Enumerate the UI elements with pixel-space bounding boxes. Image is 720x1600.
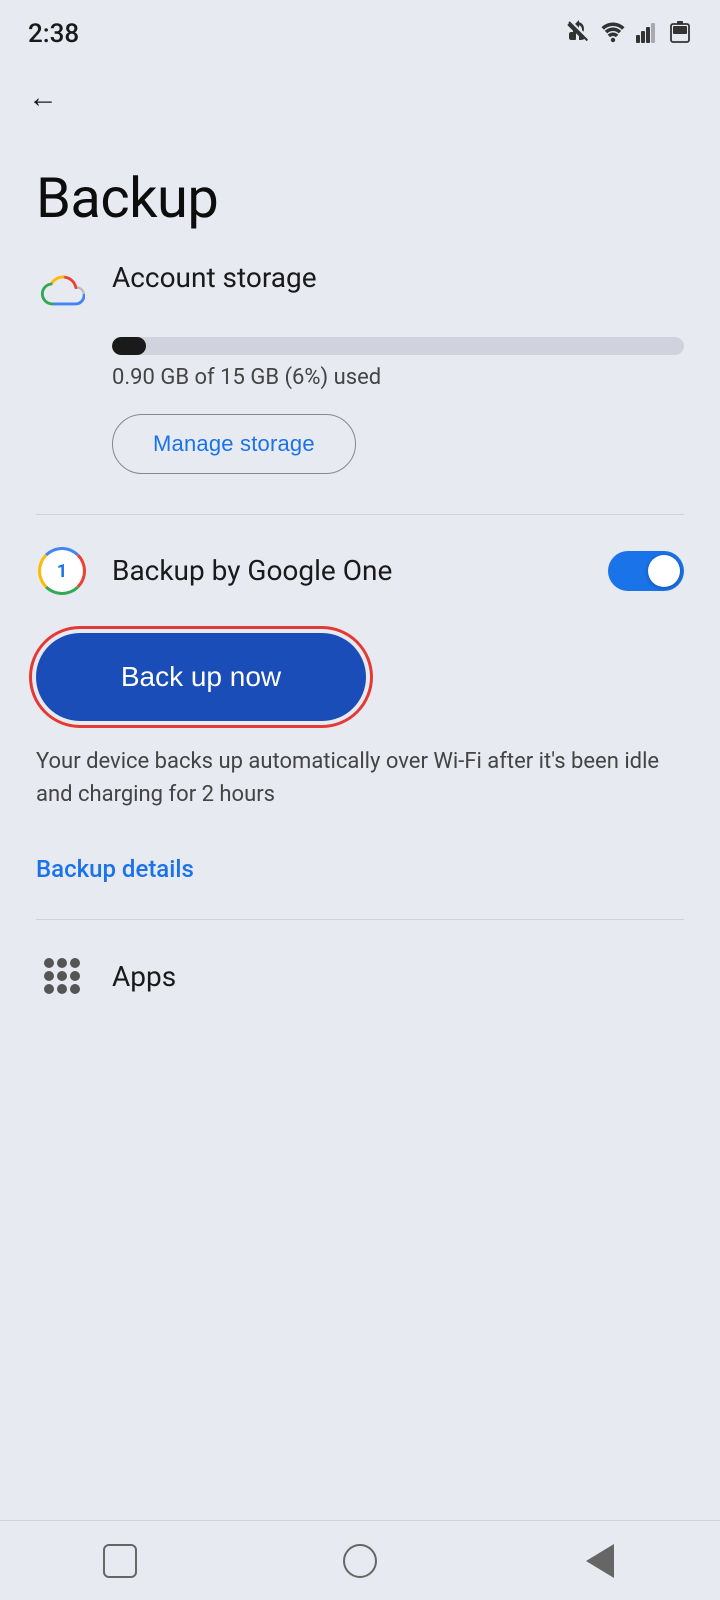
divider-1 bbox=[36, 514, 684, 515]
dot-9 bbox=[70, 984, 80, 994]
dot-6 bbox=[70, 971, 80, 981]
back-nav-icon bbox=[586, 1544, 614, 1578]
dot-4 bbox=[44, 971, 54, 981]
toggle-knob bbox=[648, 555, 680, 587]
apps-row: Apps bbox=[36, 950, 684, 1032]
storage-text: 0.90 GB of 15 GB (6%) used bbox=[112, 365, 381, 390]
backup-google-one-row: 1 Backup by Google One bbox=[36, 545, 684, 597]
google-one-icon: 1 bbox=[36, 545, 88, 597]
storage-bar-container bbox=[112, 337, 684, 355]
divider-2 bbox=[36, 919, 684, 920]
status-bar: 2:38 bbox=[0, 0, 720, 60]
dot-5 bbox=[57, 971, 67, 981]
account-storage-section: Account storage 0.90 GB of 15 GB (6%) us… bbox=[36, 261, 684, 474]
bottom-navigation bbox=[0, 1520, 720, 1600]
apps-dots-icon bbox=[36, 950, 88, 1002]
battery-icon bbox=[670, 20, 692, 48]
apps-grid-icon bbox=[44, 958, 80, 994]
backup-google-one-label: Backup by Google One bbox=[112, 553, 584, 589]
dot-2 bbox=[57, 958, 67, 968]
dot-3 bbox=[70, 958, 80, 968]
back-arrow-icon: ← bbox=[28, 80, 58, 115]
home-button[interactable] bbox=[325, 1536, 395, 1586]
storage-info: 0.90 GB of 15 GB (6%) used bbox=[112, 337, 684, 390]
content-area: Account storage 0.90 GB of 15 GB (6%) us… bbox=[0, 261, 720, 1032]
dot-7 bbox=[44, 984, 54, 994]
signal-icon bbox=[636, 21, 660, 47]
home-icon bbox=[343, 1544, 377, 1578]
manage-storage-button[interactable]: Manage storage bbox=[112, 414, 356, 474]
dot-1 bbox=[44, 958, 54, 968]
wifi-icon bbox=[600, 21, 626, 47]
google-one-badge: 1 bbox=[38, 547, 86, 595]
page-title: Backup bbox=[0, 125, 720, 261]
backup-details-link[interactable]: Backup details bbox=[36, 855, 684, 883]
apps-label: Apps bbox=[112, 960, 176, 993]
status-time: 2:38 bbox=[28, 19, 79, 49]
account-storage-row: Account storage bbox=[36, 261, 684, 317]
storage-bar-fill bbox=[112, 337, 146, 355]
status-icons bbox=[566, 19, 692, 49]
manage-storage-button-container: Manage storage bbox=[112, 414, 684, 474]
mute-icon bbox=[566, 19, 590, 49]
account-storage-title: Account storage bbox=[112, 261, 684, 294]
backup-toggle-switch[interactable] bbox=[608, 551, 684, 591]
recent-apps-icon bbox=[103, 1544, 137, 1578]
recent-apps-button[interactable] bbox=[85, 1536, 155, 1586]
cloud-icon bbox=[36, 265, 88, 317]
back-nav-button[interactable] bbox=[565, 1536, 635, 1586]
back-button[interactable]: ← bbox=[0, 60, 720, 125]
dot-8 bbox=[57, 984, 67, 994]
auto-backup-description: Your device backs up automatically over … bbox=[36, 745, 684, 811]
back-up-now-button[interactable]: Back up now bbox=[36, 633, 366, 721]
